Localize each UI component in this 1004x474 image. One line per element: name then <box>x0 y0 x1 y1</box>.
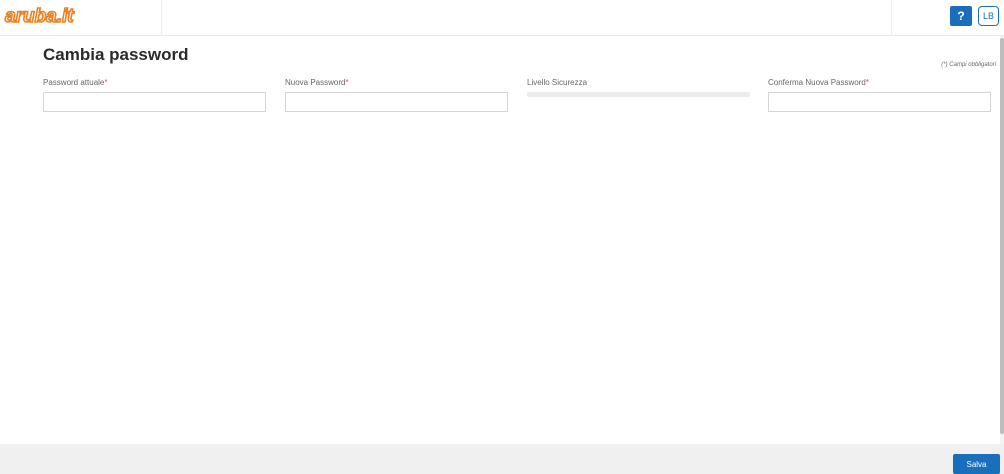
required-asterisk: * <box>345 78 349 87</box>
new-password-label-text: Nuova Password <box>285 78 346 87</box>
new-password-input[interactable] <box>285 92 508 112</box>
header-divider <box>891 0 892 36</box>
aruba-logo[interactable]: aruba.it <box>4 4 78 28</box>
security-level-label: Livello Sicurezza <box>527 78 587 87</box>
user-avatar-button[interactable]: LB <box>978 6 999 26</box>
footer-bar: Salva <box>0 444 1004 474</box>
top-header: aruba.it ? LB <box>0 0 1004 36</box>
page-title: Cambia password <box>43 45 189 64</box>
required-asterisk: * <box>865 78 869 87</box>
save-button[interactable]: Salva <box>953 454 1000 474</box>
security-level-bar <box>527 92 750 97</box>
header-divider <box>161 0 162 36</box>
scrollbar-thumb[interactable] <box>1000 38 1004 434</box>
logo-text: aruba.it <box>5 6 74 27</box>
confirm-password-label-text: Conferma Nuova Password <box>768 78 866 87</box>
required-asterisk: * <box>104 78 108 87</box>
security-level-label-text: Livello Sicurezza <box>527 78 588 87</box>
required-fields-note: (*) Campi obbligatori <box>941 62 996 68</box>
confirm-password-input[interactable] <box>768 92 991 112</box>
scrollbar[interactable] <box>1000 36 1004 444</box>
new-password-label: Nuova Password* <box>285 78 349 87</box>
current-password-input[interactable] <box>43 92 266 112</box>
confirm-password-label: Conferma Nuova Password* <box>768 78 869 87</box>
current-password-label: Password attuale* <box>43 78 108 87</box>
current-password-label-text: Password attuale <box>43 78 105 87</box>
help-button[interactable]: ? <box>950 6 972 26</box>
